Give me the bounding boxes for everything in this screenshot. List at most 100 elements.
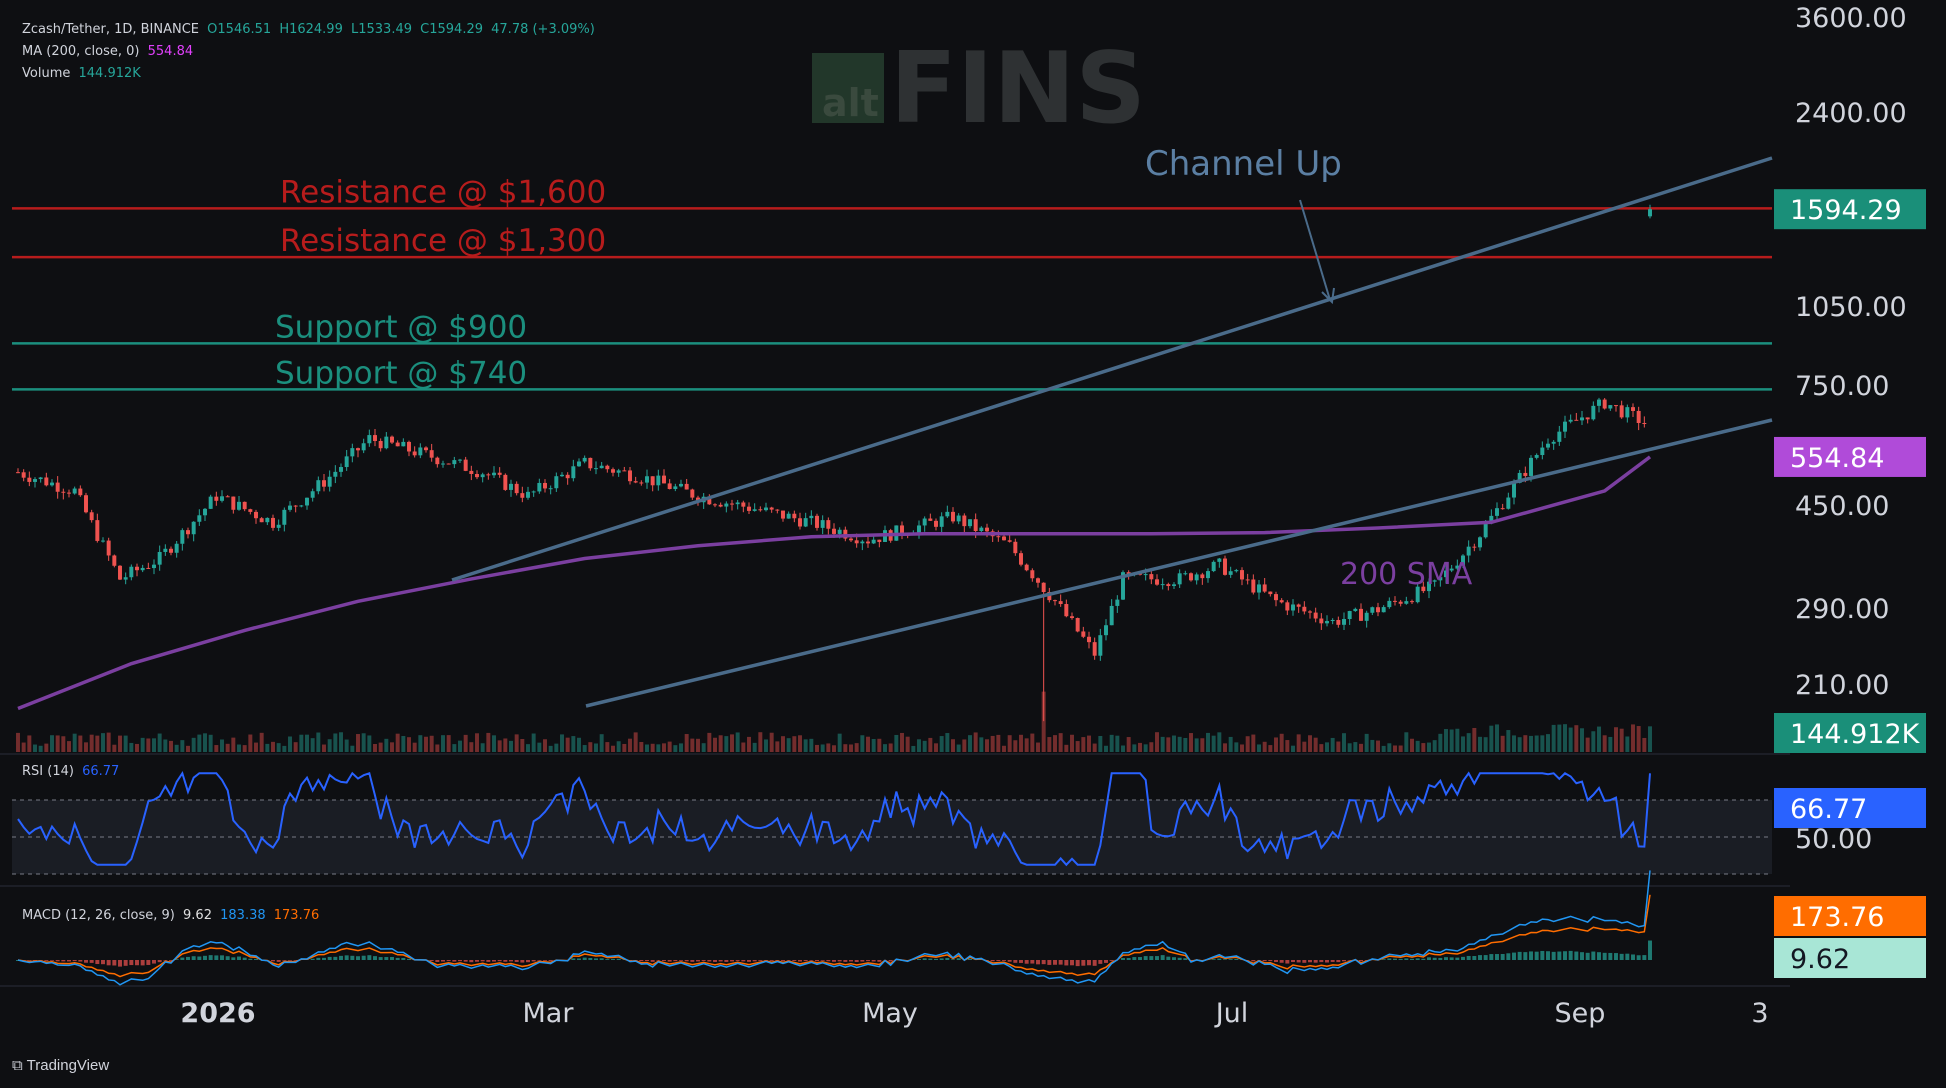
macd-hist-bar xyxy=(996,960,1001,962)
candle-body xyxy=(84,495,88,513)
candle-body xyxy=(1319,618,1324,624)
macd-hist-bar xyxy=(27,960,32,961)
volume-bar xyxy=(1398,745,1403,752)
candle-body xyxy=(169,548,173,553)
macd-hist-bar xyxy=(543,960,547,961)
volume-bar xyxy=(208,734,213,752)
candle-body xyxy=(333,471,338,477)
candle-body xyxy=(1381,607,1386,613)
candle-body xyxy=(605,465,610,470)
volume-bar xyxy=(288,736,292,752)
volume-bar xyxy=(820,744,825,752)
candle-body xyxy=(781,510,785,519)
macd-hist-bar xyxy=(769,960,774,961)
volume-bar xyxy=(407,737,411,752)
macd-hist-bar xyxy=(1064,960,1069,966)
volume-bar xyxy=(667,741,672,752)
macd-hist-bar xyxy=(361,955,366,960)
macd-hist-bar xyxy=(673,960,678,962)
volume-bar xyxy=(1517,737,1522,752)
candle-body xyxy=(106,540,111,556)
macd-hist-bar xyxy=(752,960,757,962)
candle-body xyxy=(452,460,457,465)
price-chart[interactable]: Resistance @ $1,600 Resistance @ $1,300 Su… xyxy=(0,0,1946,1088)
volume-bar xyxy=(1410,738,1414,752)
macd-hist-bar xyxy=(1319,960,1324,963)
volume-bar xyxy=(27,735,32,752)
volume-bar xyxy=(322,744,326,752)
candle-body xyxy=(1064,604,1069,617)
candle-body xyxy=(1053,600,1057,602)
volume-bar xyxy=(1228,736,1233,752)
candle-body xyxy=(123,577,128,580)
candle-body xyxy=(242,501,247,510)
candle-body xyxy=(639,482,644,484)
volume-bar xyxy=(985,739,989,752)
volume-bar xyxy=(1313,737,1318,752)
candle-body xyxy=(1291,604,1295,611)
volume-bar xyxy=(231,737,236,752)
candle-body xyxy=(361,443,366,451)
volume-bar xyxy=(1325,742,1329,752)
candle-body xyxy=(854,540,859,544)
candle-body xyxy=(1041,582,1046,593)
volume-bar xyxy=(939,736,944,752)
macd-hist-bar xyxy=(1149,956,1154,960)
volume-bar xyxy=(1143,744,1148,752)
volume-bar xyxy=(401,736,406,752)
candle-body xyxy=(792,513,797,519)
macd-hist-bar xyxy=(367,955,372,960)
macd-hist-bar xyxy=(356,956,360,960)
macd-hist-bar xyxy=(1489,954,1494,960)
macd-hist-bar xyxy=(441,960,445,962)
volume-bar xyxy=(33,744,37,752)
volume-bar xyxy=(526,744,530,752)
volume-bar xyxy=(163,739,168,752)
candle-body xyxy=(594,468,598,470)
candle-body xyxy=(1070,616,1074,619)
volume-bar xyxy=(1013,740,1018,752)
candle-body xyxy=(129,566,134,578)
macd-hist-bar xyxy=(1608,952,1613,960)
macd-hist-bar xyxy=(1438,957,1443,960)
macd-hist-bar xyxy=(310,958,315,960)
candle-body xyxy=(407,441,411,452)
macd-hist-bar xyxy=(101,960,105,965)
macd-hist-bar xyxy=(146,960,151,965)
candle-body xyxy=(1495,508,1499,516)
macd-hist-bar xyxy=(1183,958,1188,960)
volume-bar xyxy=(106,732,111,752)
tradingview-logo[interactable]: ⧉ TradingView xyxy=(12,1057,109,1074)
macd-hist-bar xyxy=(378,957,383,960)
volume-bar xyxy=(1415,740,1420,752)
volume-bar xyxy=(1291,745,1295,752)
candle-body xyxy=(1540,447,1545,456)
macd-hist-bar xyxy=(826,960,831,962)
macd-hist-bar xyxy=(1308,960,1312,963)
macd-hist-bar xyxy=(1121,958,1125,960)
volume-bar xyxy=(282,745,287,752)
open-value: O1546.51 xyxy=(207,22,272,37)
macd-hist-bar xyxy=(1625,953,1630,960)
volume-bar xyxy=(140,737,145,752)
candle-body xyxy=(1393,600,1397,602)
candle-body xyxy=(1551,441,1556,444)
macd-hist-tag: 9.62 xyxy=(1790,944,1850,975)
macd-hist-bar xyxy=(67,960,71,962)
volume-bar xyxy=(118,735,122,752)
candle-body xyxy=(299,505,304,507)
volume-bar xyxy=(180,740,185,752)
macd-hist-bar xyxy=(475,960,479,962)
volume-bar xyxy=(265,743,270,752)
macd-hist-bar xyxy=(1642,955,1647,960)
change-value: 47.78 (+3.09%) xyxy=(491,22,595,37)
volume-bar xyxy=(503,738,508,752)
volume-bar xyxy=(1245,736,1250,752)
macd-hist-bar xyxy=(639,960,644,962)
macd-hist-bar xyxy=(1500,954,1505,960)
macd-hist-bar xyxy=(577,958,581,960)
candle-body xyxy=(968,519,972,527)
candle-body xyxy=(1030,570,1035,579)
volume-bar xyxy=(741,742,746,752)
volume-bar xyxy=(514,734,519,752)
